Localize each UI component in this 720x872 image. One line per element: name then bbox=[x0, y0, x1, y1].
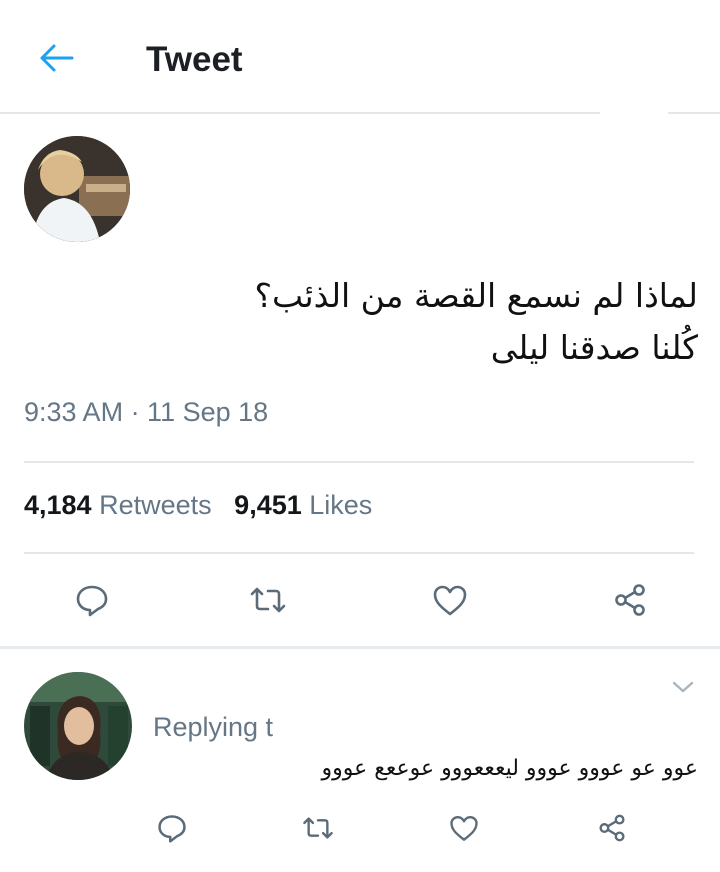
likes-label: Likes bbox=[309, 490, 373, 520]
tweet-text-line: كُلنا صدقنا ليلى bbox=[490, 328, 698, 367]
retweet-button[interactable] bbox=[244, 576, 292, 624]
heart-icon bbox=[450, 816, 478, 841]
header-divider bbox=[0, 112, 600, 114]
like-button[interactable] bbox=[426, 576, 474, 624]
reply-retweet-button[interactable] bbox=[294, 804, 342, 852]
back-button[interactable] bbox=[30, 38, 82, 78]
reply-comment-button[interactable] bbox=[148, 804, 196, 852]
header-divider-right bbox=[668, 112, 720, 114]
share-icon bbox=[615, 584, 645, 616]
likes-stat[interactable]: 9,451 Likes bbox=[234, 490, 372, 520]
share-button[interactable] bbox=[606, 576, 654, 624]
tweet-stats: 4,184 Retweets 9,451 Likes bbox=[24, 490, 372, 521]
section-divider bbox=[0, 646, 720, 649]
reply-text: عوو عو عووو عووو ليعععووو عوععع عووو bbox=[321, 756, 698, 781]
author-avatar[interactable] bbox=[24, 136, 130, 242]
chevron-down-icon bbox=[672, 681, 694, 693]
arrow-left-icon bbox=[40, 44, 74, 72]
reply-like-button[interactable] bbox=[440, 804, 488, 852]
heart-icon bbox=[433, 585, 467, 616]
stats-top-divider bbox=[24, 461, 694, 463]
reply-button[interactable] bbox=[68, 576, 116, 624]
likes-count: 9,451 bbox=[234, 490, 302, 520]
retweets-stat[interactable]: 4,184 Retweets bbox=[24, 490, 212, 520]
retweets-label: Retweets bbox=[99, 490, 212, 520]
reply-author-avatar[interactable] bbox=[24, 672, 132, 780]
replying-to-label: Replying t bbox=[153, 712, 274, 742]
retweets-count: 4,184 bbox=[24, 490, 92, 520]
comment-icon bbox=[76, 585, 108, 617]
stats-bottom-divider bbox=[24, 552, 694, 554]
reply-share-button[interactable] bbox=[588, 804, 636, 852]
retweet-icon bbox=[250, 587, 286, 613]
tweet-text-line: لماذا لم نسمع القصة من الذئب؟ bbox=[254, 276, 698, 315]
more-options-button[interactable] bbox=[668, 672, 698, 702]
retweet-icon bbox=[303, 817, 333, 839]
app-header: Tweet bbox=[0, 0, 720, 112]
page-title: Tweet bbox=[146, 40, 243, 79]
share-icon bbox=[599, 814, 625, 842]
tweet-timestamp: 9:33 AM · 11 Sep 18 bbox=[24, 397, 269, 427]
comment-icon bbox=[158, 815, 186, 843]
tweet-text: لماذا لم نسمع القصة من الذئب؟ كُلنا صدقن… bbox=[138, 270, 698, 374]
